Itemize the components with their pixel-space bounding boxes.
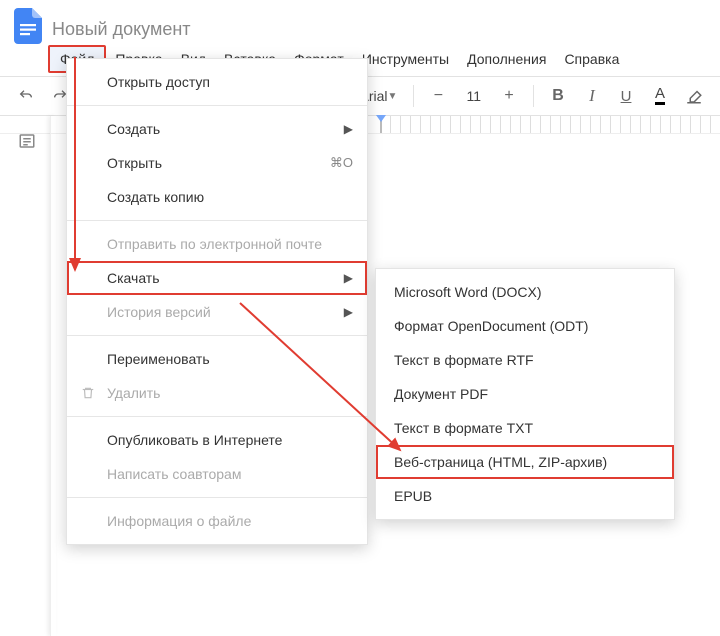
italic-button[interactable]: I <box>578 82 606 110</box>
menu-item-write-coauthors: Написать соавторам <box>67 457 367 491</box>
document-title[interactable]: Новый документ <box>48 11 195 42</box>
undo-button[interactable] <box>12 82 40 110</box>
divider <box>67 220 367 221</box>
separator <box>413 85 414 107</box>
document-outline-button[interactable] <box>14 128 40 154</box>
menu-item-download[interactable]: Скачать ▶ <box>67 261 367 295</box>
submenu-item-docx[interactable]: Microsoft Word (DOCX) <box>376 275 674 309</box>
menu-item-publish[interactable]: Опубликовать в Интернете <box>67 423 367 457</box>
menu-item-rename[interactable]: Переименовать <box>67 342 367 376</box>
menu-help[interactable]: Справка <box>555 46 628 72</box>
menu-item-make-copy[interactable]: Создать копию <box>67 180 367 214</box>
menu-tools[interactable]: Инструменты <box>353 46 458 72</box>
submenu-item-rtf[interactable]: Текст в формате RTF <box>376 343 674 377</box>
submenu-item-odt[interactable]: Формат OpenDocument (ODT) <box>376 309 674 343</box>
menu-item-new[interactable]: Создать ▶ <box>67 112 367 146</box>
divider <box>67 105 367 106</box>
menu-item-open[interactable]: Открыть ⌘O <box>67 146 367 180</box>
caret-down-icon: ▼ <box>388 91 398 102</box>
separator <box>533 85 534 107</box>
trash-icon <box>79 386 97 400</box>
underline-button[interactable]: U <box>612 82 640 110</box>
menu-addons[interactable]: Дополнения <box>458 46 555 72</box>
submenu-item-txt[interactable]: Текст в формате TXT <box>376 411 674 445</box>
menu-item-email: Отправить по электронной почте <box>67 227 367 261</box>
menu-item-delete: Удалить <box>67 376 367 410</box>
submenu-item-epub[interactable]: EPUB <box>376 479 674 513</box>
highlight-color-button[interactable] <box>680 82 708 110</box>
text-color-button[interactable]: A <box>646 82 674 110</box>
docs-logo-icon[interactable] <box>8 6 48 46</box>
indent-marker-icon[interactable] <box>380 116 382 133</box>
divider <box>67 335 367 336</box>
font-size-value[interactable]: 11 <box>458 88 489 104</box>
submenu-arrow-icon: ▶ <box>334 305 353 319</box>
submenu-arrow-icon: ▶ <box>334 271 353 285</box>
page-edge <box>50 116 56 636</box>
font-size-increase[interactable]: + <box>495 82 523 110</box>
menu-item-share[interactable]: Открыть доступ <box>67 65 367 99</box>
download-submenu: Microsoft Word (DOCX) Формат OpenDocumen… <box>375 268 675 520</box>
font-size-decrease[interactable]: − <box>424 82 452 110</box>
submenu-arrow-icon: ▶ <box>334 122 353 136</box>
submenu-item-pdf[interactable]: Документ PDF <box>376 377 674 411</box>
divider <box>67 416 367 417</box>
file-menu-dropdown: Открыть доступ Создать ▶ Открыть ⌘O Созд… <box>66 58 368 545</box>
menu-item-version-history: История версий ▶ <box>67 295 367 329</box>
menu-item-file-info: Информация о файле <box>67 504 367 538</box>
bold-button[interactable]: B <box>544 82 572 110</box>
shortcut-label: ⌘O <box>320 155 353 171</box>
submenu-item-html-zip[interactable]: Веб-страница (HTML, ZIP-архив) <box>376 445 674 479</box>
divider <box>67 497 367 498</box>
